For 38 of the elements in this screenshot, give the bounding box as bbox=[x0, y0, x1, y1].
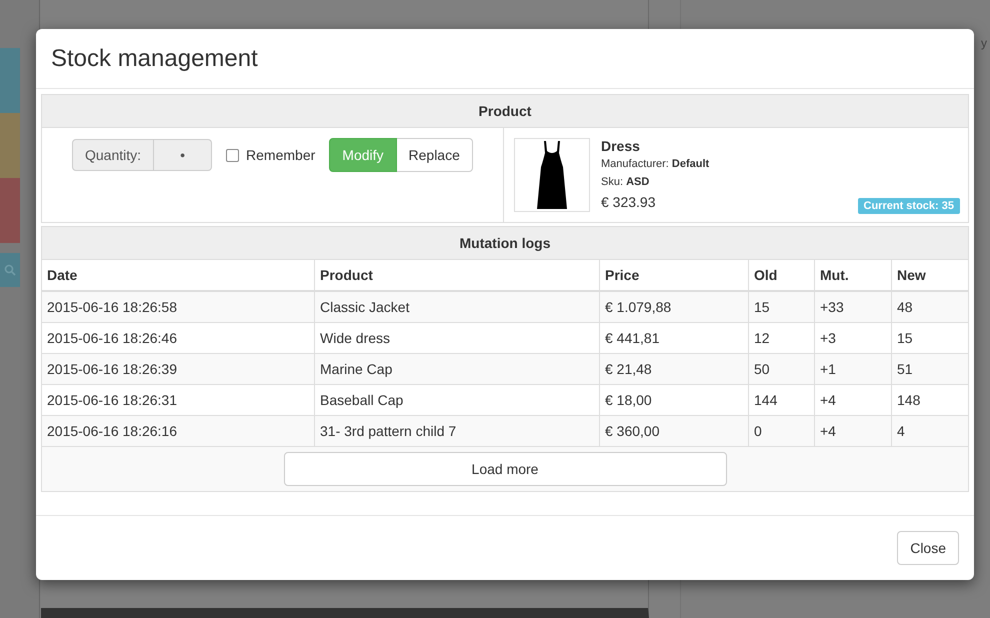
sku-text: Sku: ASD bbox=[601, 176, 650, 188]
sidebar-tile[interactable] bbox=[0, 48, 20, 113]
quantity-label: Quantity: bbox=[72, 139, 154, 171]
table-cell: +1 bbox=[814, 354, 892, 384]
product-price: € 323.93 bbox=[601, 194, 656, 210]
table-cell: +4 bbox=[814, 416, 892, 446]
section-heading: Mutation logs bbox=[42, 226, 968, 260]
table-cell: Marine Cap bbox=[314, 354, 600, 384]
sidebar-tile[interactable] bbox=[0, 178, 20, 243]
table-cell: 48 bbox=[892, 291, 968, 322]
table-cell: 0 bbox=[748, 416, 814, 446]
table-cell: € 360,00 bbox=[600, 416, 748, 446]
table-cell: 2015-06-16 18:26:39 bbox=[42, 354, 314, 384]
partial-text: y bbox=[981, 36, 987, 50]
manufacturer-text: Manufacturer: Default bbox=[601, 158, 710, 170]
table-cell: € 21,48 bbox=[600, 354, 748, 384]
table-cell: +33 bbox=[814, 291, 892, 322]
search-tile[interactable] bbox=[0, 253, 20, 287]
table-cell: 31- 3rd pattern child 7 bbox=[314, 416, 600, 446]
mode-button[interactable]: Replace bbox=[396, 138, 473, 172]
table-cell: 50 bbox=[748, 354, 814, 384]
table-cell: 4 bbox=[892, 416, 968, 446]
modal-title: Stock management bbox=[51, 44, 259, 74]
table-cell: Classic Jacket bbox=[314, 291, 600, 322]
table-cell: 2015-06-16 18:26:58 bbox=[42, 291, 314, 322]
load-more-button[interactable]: Load more bbox=[284, 452, 726, 486]
table-cell: € 1.079,88 bbox=[600, 291, 748, 322]
quantity-field[interactable]: • bbox=[154, 139, 212, 171]
section-heading: Product bbox=[42, 94, 968, 128]
table-cell: 15 bbox=[748, 291, 814, 322]
close-button[interactable]: Close bbox=[897, 531, 959, 565]
stock-badge: Current stock: 35 bbox=[858, 198, 960, 214]
product-name: Dress bbox=[601, 138, 641, 154]
table-cell: 51 bbox=[892, 354, 968, 384]
remember-checkbox[interactable]: Remember bbox=[226, 147, 316, 163]
sidebar-tile[interactable] bbox=[0, 113, 20, 178]
search-icon bbox=[4, 264, 16, 276]
table-cell: 2015-06-16 18:26:16 bbox=[42, 416, 314, 446]
